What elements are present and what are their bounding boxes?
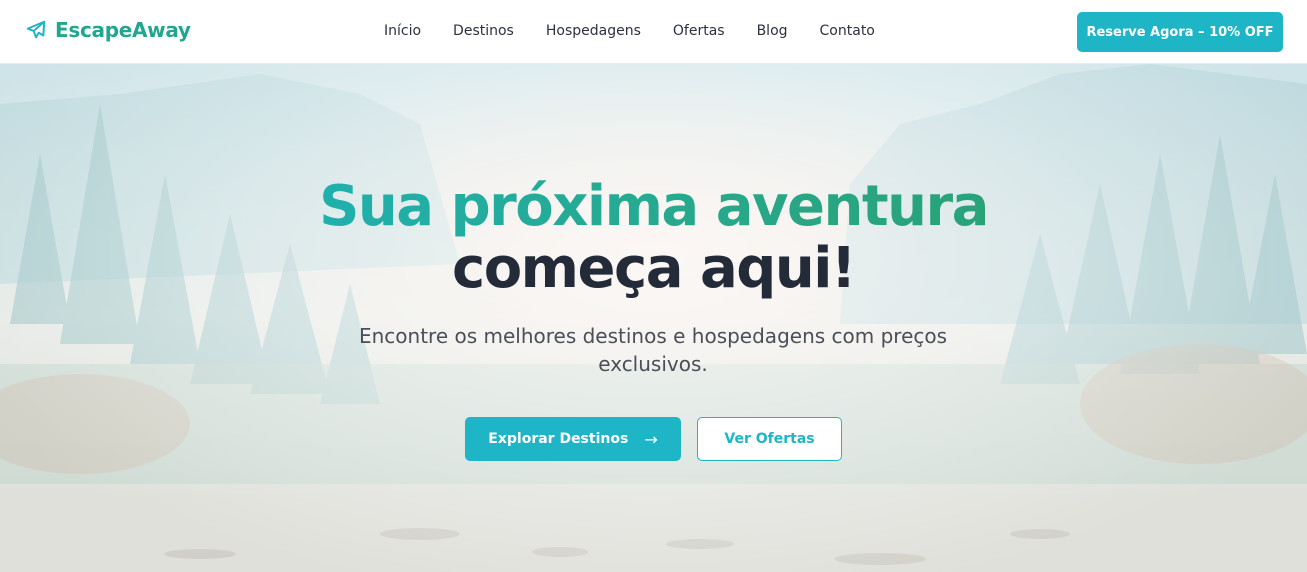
nav-link-ofertas[interactable]: Ofertas xyxy=(673,23,725,39)
navbar: EscapeAway Início Destinos Hospedagens O… xyxy=(0,0,1307,64)
nav-link-inicio[interactable]: Início xyxy=(384,23,421,39)
hero-subtitle: Encontre os melhores destinos e hospedag… xyxy=(358,324,948,376)
brand-logo[interactable]: EscapeAway xyxy=(25,18,191,42)
hero-section: Sua próxima aventura começa aqui! Encont… xyxy=(0,64,1307,572)
nav-link-hospedagens[interactable]: Hospedagens xyxy=(546,23,641,39)
nav-link-destinos[interactable]: Destinos xyxy=(453,23,514,39)
hero-headline-line2: começa aqui! xyxy=(452,236,856,301)
reserve-now-button[interactable]: Reserve Agora – 10% OFF xyxy=(1077,12,1283,52)
explore-destinations-button[interactable]: Explorar Destinos → xyxy=(465,417,681,461)
nav-link-blog[interactable]: Blog xyxy=(757,23,788,39)
arrow-right-icon: → xyxy=(644,429,658,449)
hero-content: Sua próxima aventura começa aqui! Encont… xyxy=(0,64,1307,572)
hero-headline-line1: Sua próxima aventura xyxy=(0,174,1307,240)
explore-destinations-label: Explorar Destinos xyxy=(488,431,629,447)
plane-icon xyxy=(26,20,46,39)
nav-link-contato[interactable]: Contato xyxy=(820,23,875,39)
view-offers-button[interactable]: Ver Ofertas xyxy=(697,417,842,461)
brand-name: EscapeAway xyxy=(55,18,191,42)
nav-menu: Início Destinos Hospedagens Ofertas Blog… xyxy=(384,22,875,40)
